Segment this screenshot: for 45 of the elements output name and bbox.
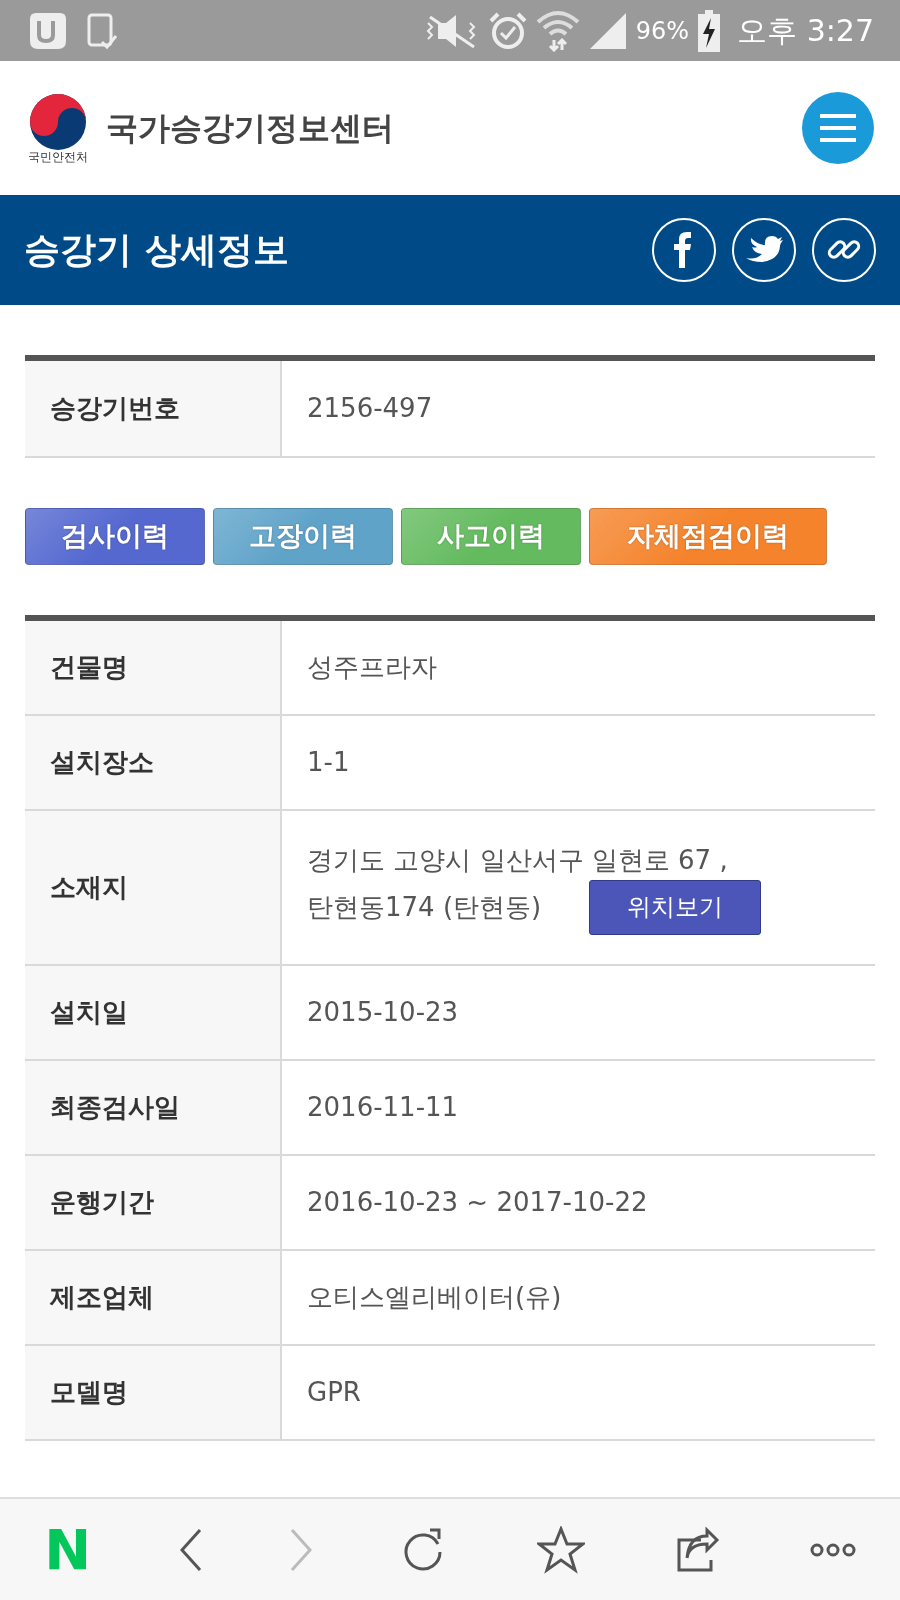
menu-icon (818, 113, 858, 143)
forward-icon (289, 1527, 312, 1572)
bookmark-button[interactable] (536, 1525, 585, 1574)
battery-charging-icon (697, 9, 722, 52)
history-button[interactable]: 고장이력 (213, 508, 393, 565)
table-label: 설치일 (25, 966, 282, 1059)
address-line: 탄현동174 (탄현동) (307, 890, 542, 924)
battery-percent: 96% (635, 15, 690, 47)
table-label: 설치장소 (25, 716, 282, 809)
table-value: 오티스엘리베이터(유) (306, 1281, 563, 1314)
site-title: 국가승강기정보센터 (106, 108, 394, 149)
twitter-button[interactable] (732, 218, 796, 282)
table-value: 성주프라자 (306, 651, 438, 684)
home-button[interactable]: N (44, 1521, 92, 1578)
table-label: 승강기번호 (25, 361, 282, 456)
table-value: 2016-10-23 ~ 2017-10-22 (306, 1186, 649, 1219)
history-button[interactable]: 검사이력 (25, 508, 205, 565)
table-value: 1-1 (306, 746, 351, 779)
table-value: GPR (306, 1376, 362, 1409)
link-button[interactable] (812, 218, 876, 282)
more-button[interactable] (809, 1542, 856, 1557)
table-label: 소재지 (25, 811, 282, 964)
location-button[interactable]: 위치보기 (589, 879, 762, 935)
table-value: 2156-497 (306, 392, 434, 425)
back-button[interactable] (179, 1527, 202, 1572)
back-icon (179, 1527, 202, 1572)
logo-caption: 국민안전처 (28, 151, 88, 163)
history-button[interactable]: 사고이력 (401, 508, 581, 565)
table-label: 건물명 (25, 621, 282, 714)
page-title: 승강기 상세정보 (24, 228, 289, 272)
table-value: 2015-10-23 (306, 996, 460, 1029)
table-value: 2016-11-11 (306, 1091, 460, 1124)
tablet-check-icon (86, 11, 118, 50)
facebook-button[interactable] (652, 218, 716, 282)
more-icon (809, 1542, 856, 1557)
alarm-icon (487, 10, 528, 51)
table-label: 제조업체 (25, 1251, 282, 1344)
star-icon (536, 1525, 585, 1574)
wifi-icon (535, 9, 580, 52)
table-label: 모델명 (25, 1346, 282, 1439)
clock: 오후 3:27 (737, 12, 874, 50)
table-label: 최종검사일 (25, 1061, 282, 1154)
table-label: 운행기간 (25, 1156, 282, 1249)
address-line: 경기도 고양시 일산서구 일현로 67 , (307, 843, 729, 877)
history-button[interactable]: 자체점검이력 (589, 508, 827, 565)
